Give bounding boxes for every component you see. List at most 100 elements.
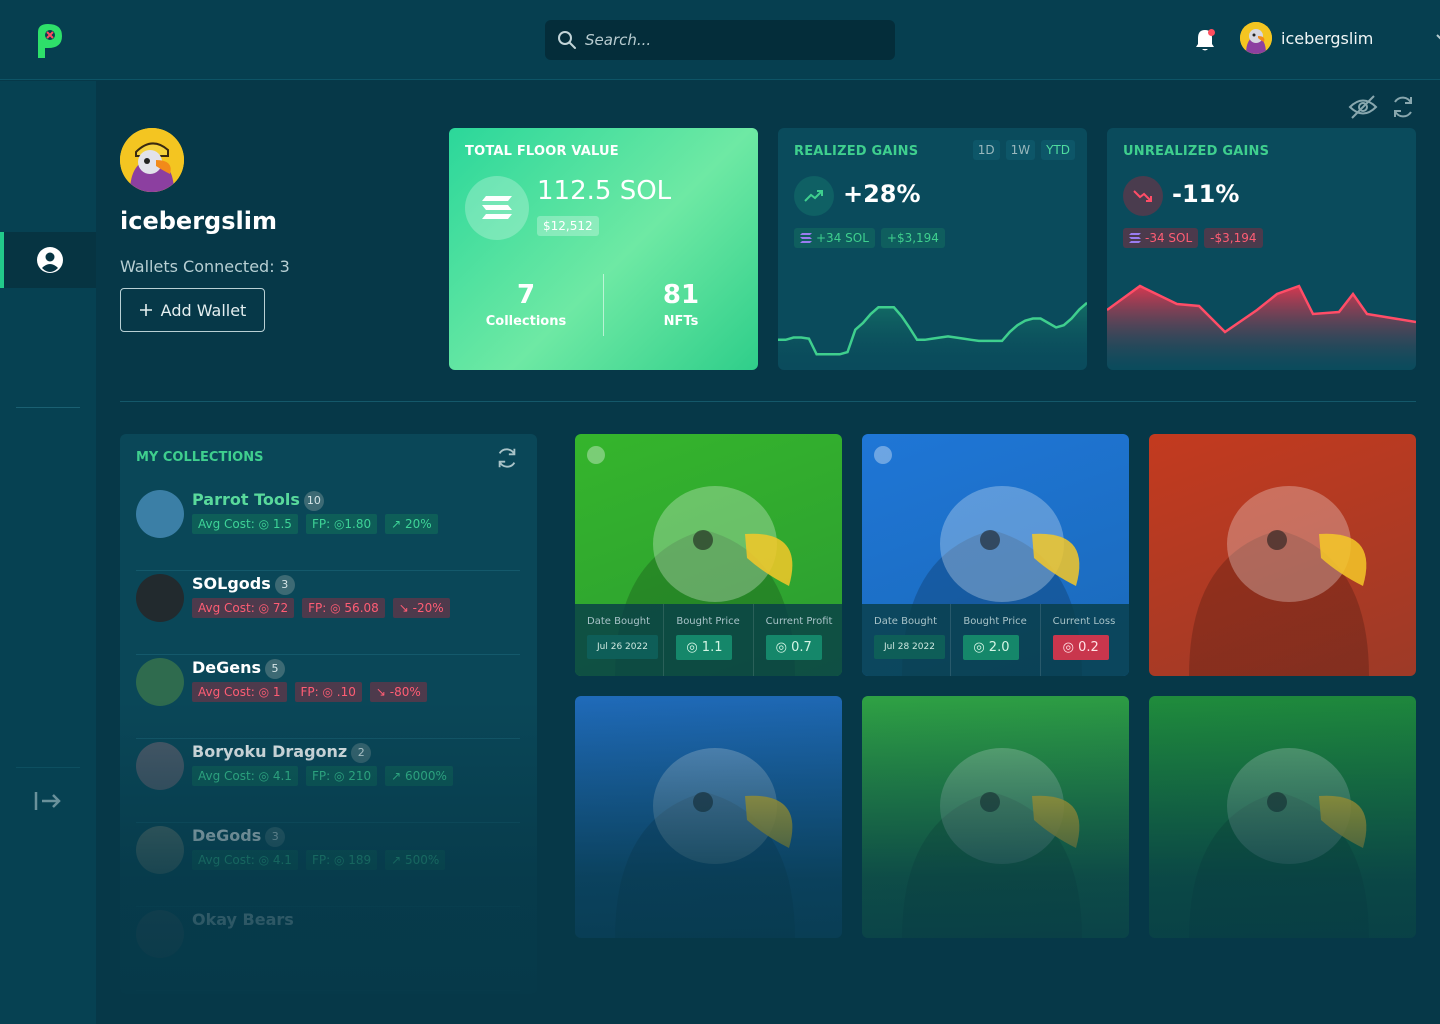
- change-badge: ↗ 6000%: [385, 766, 453, 786]
- date-bought-column: Date Bought Jul 28 2022: [862, 604, 952, 676]
- collection-row[interactable]: Boryoku Dragonz 2 Avg Cost: ◎ 4.1 FP: ◎ 210…: [136, 742, 520, 826]
- nft-details: Date Bought Jul 28 2022 Bought Price ◎ 2.0 C…: [862, 604, 1129, 676]
- date-bought-value: Jul 28 2022: [874, 635, 945, 659]
- app-logo[interactable]: [34, 22, 64, 60]
- notification-bell-icon[interactable]: [1194, 28, 1216, 52]
- floor-price-badge: FP: ◎ .10: [294, 682, 362, 702]
- floor-value: 112.5 SOL: [537, 176, 672, 206]
- search-icon: [558, 31, 576, 49]
- collection-name: SOLgods 3: [192, 574, 295, 595]
- current-result-column: Current Profit ◎ 0.7: [754, 604, 842, 676]
- unrealized-trend-chart: [1107, 284, 1416, 370]
- profile-name: icebergslim: [120, 207, 277, 235]
- hide-values-icon[interactable]: [1348, 94, 1378, 124]
- avatar: [1240, 22, 1272, 54]
- collection-metrics: Avg Cost: ◎ 72 FP: ◎ 56.08 ↘ -20%: [192, 598, 450, 618]
- card-label: REALIZED GAINS: [794, 144, 919, 159]
- collection-metrics: Avg Cost: ◎ 1 FP: ◎ .10 ↘ -80%: [192, 682, 427, 702]
- bought-price-value: ◎ 2.0: [963, 635, 1020, 660]
- add-wallet-button[interactable]: Add Wallet: [120, 288, 265, 332]
- realized-area: [778, 302, 1087, 370]
- sidebar-item-profile[interactable]: [0, 232, 96, 288]
- nft-card[interactable]: [1149, 434, 1416, 676]
- change-badge: ↘ -80%: [369, 682, 427, 702]
- row-divider: [136, 906, 520, 907]
- collections-stat: 7 Collections: [449, 280, 603, 329]
- user-menu[interactable]: icebergslim: [1240, 22, 1440, 54]
- collection-metrics: Avg Cost: ◎ 1.5 FP: ◎1.80 ↗ 20%: [192, 514, 438, 534]
- row-divider: [136, 990, 520, 991]
- sidebar-divider: [16, 767, 80, 768]
- my-collections-panel: MY COLLECTIONS Parrot Tools 10 Avg Cost: ◎…: [120, 434, 537, 994]
- timeframe-selector: 1D 1W YTD: [972, 140, 1075, 160]
- collection-count-badge: 3: [265, 826, 286, 847]
- timeframe-1w[interactable]: 1W: [1005, 140, 1036, 160]
- collection-name-text: Boryoku Dragonz: [192, 742, 348, 761]
- realized-gains-card: REALIZED GAINS 1D 1W YTD +28% +34 SOL +$…: [778, 128, 1087, 370]
- collection-row[interactable]: Parrot Tools 10 Avg Cost: ◎ 1.5 FP: ◎1.80 ↗ …: [136, 490, 520, 574]
- collection-row[interactable]: Okay Bears: [136, 910, 520, 994]
- refresh-icon[interactable]: [495, 446, 519, 474]
- refresh-icon[interactable]: [1390, 94, 1416, 124]
- username-label: icebergslim: [1281, 28, 1374, 48]
- solana-icon: [1129, 233, 1141, 243]
- collections-label: Collections: [485, 314, 567, 329]
- timeframe-ytd[interactable]: YTD: [1041, 140, 1075, 160]
- collection-avatar: [136, 574, 184, 622]
- collection-count-badge: 3: [274, 574, 295, 595]
- unrealized-area: [1107, 286, 1416, 370]
- date-bought-label: Date Bought: [874, 616, 938, 627]
- bought-price-label: Bought Price: [963, 616, 1027, 627]
- collection-row[interactable]: SOLgods 3 Avg Cost: ◎ 72 FP: ◎ 56.08 ↘ -20%: [136, 574, 520, 658]
- unrealized-gains-card: UNREALIZED GAINS -11% -34 SOL -$3,194: [1107, 128, 1416, 370]
- unrealized-sol: -34 SOL: [1145, 231, 1193, 245]
- chevron-down-icon: [1436, 34, 1440, 40]
- nfts-stat: 81 NFTs: [604, 280, 758, 329]
- collection-count-badge: 5: [265, 658, 286, 679]
- date-bought-label: Date Bought: [587, 616, 651, 627]
- row-divider: [136, 570, 520, 571]
- total-floor-value-card: TOTAL FLOOR VALUE 112.5 SOL $12,512 7 Co…: [449, 128, 758, 370]
- date-bought-column: Date Bought Jul 26 2022: [575, 604, 665, 676]
- realized-sol-badge: +34 SOL: [794, 228, 875, 248]
- collection-row[interactable]: DeGods 3 Avg Cost: ◎ 4.1 FP: ◎ 189 ↗ 500%: [136, 826, 520, 910]
- collection-name-text: Okay Bears: [192, 910, 294, 929]
- user-circle-icon: [37, 247, 63, 273]
- nft-card[interactable]: Date Bought Jul 26 2022 Bought Price ◎ 1.1 C…: [575, 434, 842, 676]
- sidebar: [0, 81, 96, 1024]
- trend-down-icon: [1123, 176, 1163, 216]
- bought-price-value: ◎ 1.1: [676, 635, 733, 660]
- row-divider: [136, 654, 520, 655]
- collection-avatar: [136, 490, 184, 538]
- nft-card[interactable]: [1149, 696, 1416, 938]
- nft-artwork: [902, 748, 1082, 938]
- collection-count-badge: 2: [351, 742, 372, 763]
- collection-name-text: DeGens: [192, 658, 262, 677]
- date-bought-value: Jul 26 2022: [587, 635, 658, 659]
- nft-card[interactable]: [862, 696, 1129, 938]
- realized-sol: +34 SOL: [816, 231, 869, 245]
- search-input[interactable]: [585, 31, 875, 49]
- current-result-label: Current Loss: [1052, 616, 1116, 627]
- timeframe-1d[interactable]: 1D: [972, 140, 1000, 160]
- logout-icon[interactable]: [34, 789, 62, 813]
- add-wallet-label: Add Wallet: [160, 300, 247, 320]
- collection-name: Boryoku Dragonz 2: [192, 742, 372, 763]
- collection-name-text: DeGods: [192, 826, 262, 845]
- collection-name: Okay Bears: [192, 910, 294, 929]
- realized-trend-chart: [778, 301, 1087, 370]
- section-divider: [120, 401, 1416, 402]
- avg-cost-badge: Avg Cost: ◎ 4.1: [192, 766, 298, 786]
- solana-icon: [465, 176, 529, 240]
- collection-name: DeGods 3: [192, 826, 286, 847]
- floor-price-badge: FP: ◎1.80: [305, 514, 378, 534]
- current-result-column: Current Loss ◎ 0.2: [1041, 604, 1129, 676]
- current-result-value: ◎ 0.7: [765, 635, 822, 660]
- collection-row[interactable]: DeGens 5 Avg Cost: ◎ 1 FP: ◎ .10 ↘ -80%: [136, 658, 520, 742]
- panel-title: MY COLLECTIONS: [136, 450, 264, 465]
- collection-avatar: [136, 910, 184, 958]
- nft-card[interactable]: [575, 696, 842, 938]
- current-result-value: ◎ 0.2: [1052, 635, 1109, 660]
- unrealized-percent: -11%: [1172, 180, 1240, 208]
- nft-card[interactable]: Date Bought Jul 28 2022 Bought Price ◎ 2.0 C…: [862, 434, 1129, 676]
